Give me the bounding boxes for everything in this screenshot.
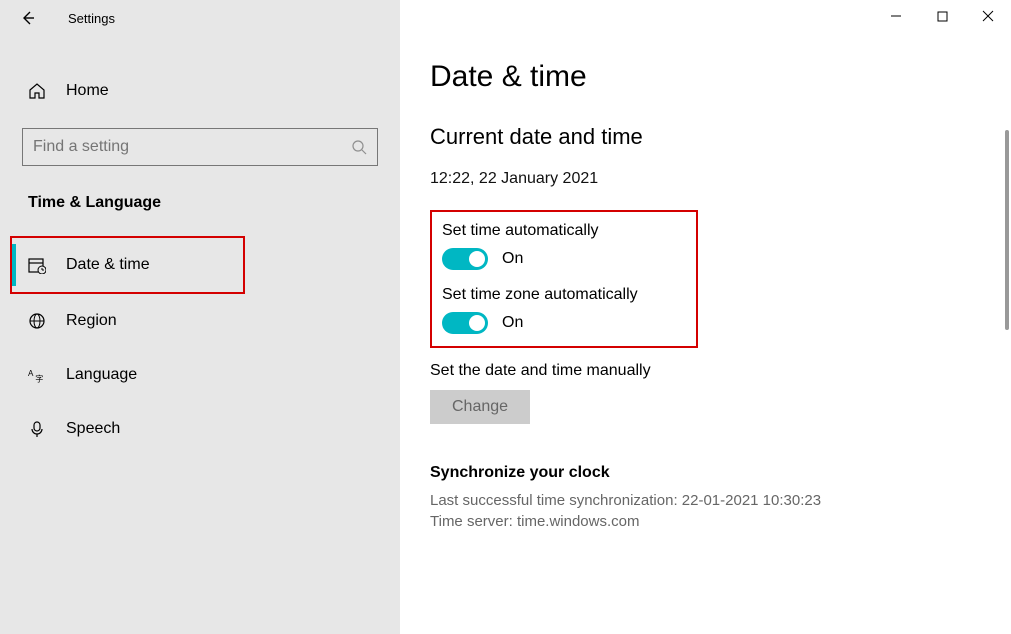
search-input[interactable]: [33, 138, 351, 156]
toggle-knob: [469, 251, 485, 267]
sidebar-item-speech[interactable]: Speech: [0, 402, 400, 456]
set-tz-auto-state: On: [502, 314, 523, 332]
main-content: Date & time Current date and time 12:22,…: [400, 0, 1011, 634]
sidebar-item-date-time[interactable]: Date & time: [12, 238, 243, 292]
set-time-auto-label: Set time automatically: [442, 222, 682, 240]
set-time-auto-state: On: [502, 250, 523, 268]
scrollbar[interactable]: [1005, 130, 1009, 330]
sidebar-item-label: Speech: [66, 420, 120, 438]
toggle-knob: [469, 315, 485, 331]
arrow-left-icon: [20, 10, 36, 26]
manual-datetime-label: Set the date and time manually: [430, 362, 1011, 380]
back-button[interactable]: [8, 10, 48, 26]
section-title: Time & Language: [0, 194, 400, 212]
calendar-icon: [28, 256, 48, 274]
home-nav[interactable]: Home: [0, 72, 400, 110]
home-icon: [28, 82, 48, 100]
search-box[interactable]: [22, 128, 378, 166]
microphone-icon: [28, 420, 48, 438]
window-title: Settings: [68, 11, 115, 26]
titlebar: Settings: [0, 0, 1011, 36]
set-time-auto-toggle[interactable]: [442, 248, 488, 270]
sync-heading: Synchronize your clock: [430, 464, 1011, 482]
home-label: Home: [66, 82, 109, 100]
language-icon: A字: [28, 366, 48, 384]
maximize-button[interactable]: [919, 0, 965, 32]
set-tz-auto-label: Set time zone automatically: [442, 286, 682, 304]
globe-icon: [28, 312, 48, 330]
sidebar-item-label: Date & time: [66, 256, 150, 274]
sync-server-line: Time server: time.windows.com: [430, 511, 1011, 532]
sidebar-item-label: Region: [66, 312, 117, 330]
page-title: Date & time: [430, 60, 1011, 94]
window-controls: [873, 0, 1011, 32]
close-icon: [982, 10, 994, 22]
svg-text:字: 字: [35, 373, 43, 383]
svg-text:A: A: [28, 369, 34, 378]
sidebar-item-region[interactable]: Region: [0, 294, 400, 348]
set-tz-auto-toggle[interactable]: [442, 312, 488, 334]
change-button: Change: [430, 390, 530, 424]
sidebar-item-language[interactable]: A字 Language: [0, 348, 400, 402]
sync-last-line: Last successful time synchronization: 22…: [430, 490, 1011, 511]
close-button[interactable]: [965, 0, 1011, 32]
minimize-icon: [890, 10, 902, 22]
current-datetime-heading: Current date and time: [430, 124, 1011, 150]
minimize-button[interactable]: [873, 0, 919, 32]
sidebar-item-label: Language: [66, 366, 137, 384]
sidebar: Home Time & Language Date & time Region: [0, 0, 400, 634]
search-icon: [351, 139, 367, 155]
current-datetime-value: 12:22, 22 January 2021: [430, 170, 1011, 188]
maximize-icon: [937, 11, 948, 22]
auto-time-highlight: Set time automatically On Set time zone …: [430, 210, 698, 348]
